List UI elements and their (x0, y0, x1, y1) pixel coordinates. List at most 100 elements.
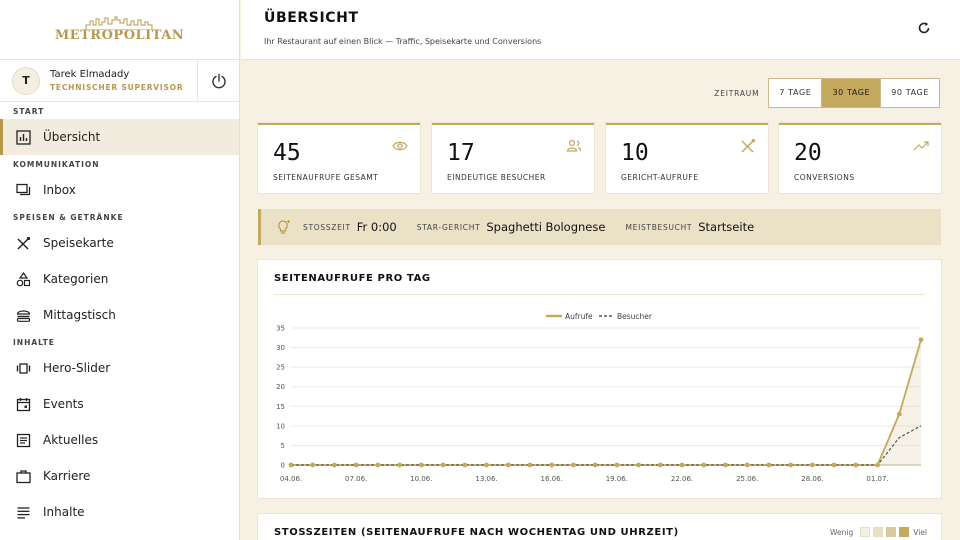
data-point-aufrufe (701, 462, 707, 468)
slider-icon (15, 360, 31, 376)
data-point-aufrufe (636, 462, 641, 468)
sidebar-item-mittagstisch[interactable]: Mittagstisch (0, 297, 239, 333)
x-tick-label: 16.06. (541, 475, 563, 483)
section-label-kommunikation: KOMMUNIKATION (13, 160, 100, 169)
data-point-aufrufe (592, 462, 598, 468)
section-label-speisen: SPEISEN & GETRÄNKE (13, 213, 124, 222)
sidebar-item-label: Mittagstisch (43, 308, 116, 322)
most-visited-value: Startseite (698, 220, 755, 234)
article-icon (15, 432, 31, 448)
series-line-aufrufe (291, 339, 922, 466)
kpi-card-gericht-aufrufe: 10 GERICHT-AUFRUFE (606, 123, 768, 193)
most-visited-label: MEISTBESUCHT (625, 222, 693, 232)
star-dish-label: STAR-GERICHT (416, 222, 481, 232)
x-tick-label: 28.06. (801, 475, 823, 483)
period-7-days-button[interactable]: 7 TAGE (769, 79, 823, 107)
data-point-aufrufe (375, 462, 381, 468)
period-button-group: 7 TAGE 30 TAGE 90 TAGE (768, 78, 940, 108)
avatar: T (12, 66, 40, 95)
logout-button[interactable] (197, 59, 239, 102)
kpi-label: SEITENAUFRUFE GESAMT (273, 173, 379, 182)
text-lines-icon (15, 504, 31, 520)
data-point-aufrufe (657, 462, 663, 468)
data-point-aufrufe (332, 462, 337, 468)
y-tick-label: 20 (276, 383, 285, 391)
data-point-aufrufe (723, 462, 728, 468)
data-point-aufrufe (853, 462, 859, 468)
sidebar-item-aktuelles[interactable]: Aktuelles (0, 422, 239, 458)
peak-time-label: STOSSZEIT (303, 222, 351, 232)
sidebar-item-hero-slider[interactable]: Hero-Slider (0, 350, 239, 386)
data-point-aufrufe (484, 462, 489, 468)
section-label-start: START (13, 107, 45, 116)
kpi-value: 10 (621, 140, 649, 166)
sidebar-item-events[interactable]: Events (0, 386, 239, 422)
sidebar-item-label: Inbox (43, 183, 76, 197)
data-point-aufrufe (353, 462, 359, 468)
sidebar-item-uebersicht[interactable]: Übersicht (0, 119, 239, 155)
data-point-aufrufe (918, 337, 924, 343)
heatmap-swatch-4 (899, 527, 910, 537)
kpi-card-conversions: 20 CONVERSIONS (779, 123, 941, 193)
sidebar-item-karriere[interactable]: Karriere (0, 458, 239, 494)
area-aufrufe (291, 339, 921, 465)
heatmap-swatch-2 (873, 527, 884, 537)
calendar-icon (15, 396, 31, 412)
data-point-aufrufe (679, 462, 685, 468)
period-30-days-button[interactable]: 30 TAGE (822, 79, 882, 107)
y-tick-label: 30 (276, 344, 285, 352)
kpi-label: GERICHT-AUFRUFE (621, 173, 699, 182)
section-label-inhalte: INHALTE (13, 338, 55, 347)
y-tick-label: 10 (276, 422, 285, 430)
sidebar-item-label: Übersicht (43, 130, 101, 144)
data-point-aufrufe (831, 462, 837, 468)
sidebar-item-label: Inhalte (43, 505, 85, 519)
brand-name: METROPOLITAN (54, 28, 185, 43)
heatmap-swatch-1 (860, 527, 871, 537)
peak-times-card: STOSSZEITEN (SEITENAUFRUFE NACH WOCHENTA… (258, 514, 941, 540)
legend-label-besucher: Besucher (617, 312, 653, 321)
user-profile[interactable]: T Tarek Elmadady TECHNISCHER SUPERVISOR (0, 60, 197, 101)
chart-icon (15, 129, 31, 145)
sidebar-item-inbox[interactable]: Inbox (0, 172, 239, 208)
data-point-aufrufe (766, 462, 772, 468)
sidebar-item-kategorien[interactable]: Kategorien (0, 261, 239, 297)
trending-up-icon (913, 141, 929, 151)
y-tick-label: 0 (281, 462, 285, 470)
kpi-value: 17 (447, 140, 475, 166)
data-point-aufrufe (418, 462, 424, 468)
page-header: ÜBERSICHT Ihr Restaurant auf einen Blick… (241, 0, 960, 60)
data-point-aufrufe (440, 462, 446, 468)
period-90-days-button[interactable]: 90 TAGE (881, 79, 939, 107)
sidebar-item-label: Speisekarte (43, 236, 114, 250)
pageviews-chart: Aufrufe Besucher 0 5 10 15 20 25 30 35 04.06. 07.… (276, 312, 924, 483)
data-point-aufrufe (462, 462, 468, 468)
data-point-aufrufe (809, 462, 815, 468)
logo[interactable]: METROPOLITAN (0, 0, 239, 60)
x-tick-label: 25.06. (736, 475, 758, 483)
y-tick-label: 35 (276, 325, 285, 333)
pageviews-chart-card: SEITENAUFRUFE PRO TAG Aufrufe Besucher 0… (258, 260, 941, 498)
x-tick-label: 07.06. (345, 475, 367, 483)
data-point-aufrufe (571, 462, 576, 468)
utensils-icon (15, 235, 31, 251)
utensils-icon (741, 139, 755, 153)
kpi-label: EINDEUTIGE BESUCHER (447, 173, 546, 182)
highlights-strip: STOSSZEIT Fr 0:00 STAR-GERICHT Spaghetti… (258, 209, 941, 245)
sidebar-item-inhalte[interactable]: Inhalte (0, 494, 239, 530)
refresh-icon (918, 22, 930, 34)
refresh-button[interactable] (916, 20, 932, 36)
sidebar-item-label: Aktuelles (43, 433, 99, 447)
data-point-aufrufe (788, 462, 794, 468)
shapes-icon (15, 271, 31, 287)
x-tick-label: 19.06. (606, 475, 628, 483)
sidebar-item-label: Events (43, 397, 84, 411)
data-point-aufrufe (288, 462, 294, 468)
x-tick-label: 13.06. (475, 475, 497, 483)
page-title: ÜBERSICHT (264, 10, 359, 26)
heatmap-legend-high: Viel (913, 527, 927, 537)
users-icon (566, 139, 582, 152)
sidebar-item-speisekarte[interactable]: Speisekarte (0, 225, 239, 261)
power-icon (211, 73, 226, 88)
data-point-aufrufe (505, 462, 511, 468)
